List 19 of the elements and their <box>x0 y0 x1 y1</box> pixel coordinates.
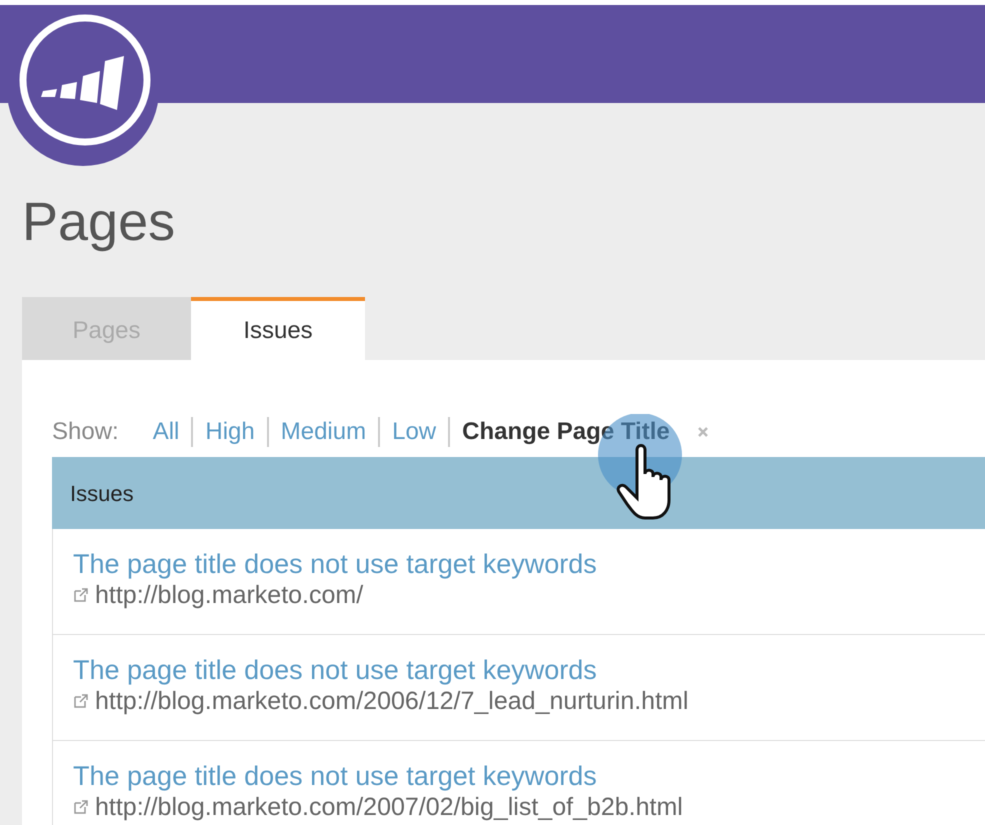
external-link-icon[interactable] <box>73 693 89 709</box>
page-url: http://blog.marketo.com/ <box>95 581 364 609</box>
filter-link[interactable]: Low <box>392 414 436 450</box>
filter-link[interactable]: Medium <box>280 414 366 450</box>
column-heading: Issues <box>70 480 134 508</box>
page-title: Pages <box>22 195 176 249</box>
issue-link[interactable]: The page title does not use target keywords <box>73 655 597 685</box>
page-url: http://blog.marketo.com/2007/02/big_list_of_b2b.html <box>95 793 683 821</box>
logo-icon <box>5 14 161 166</box>
filter-label: Show: <box>52 417 119 447</box>
issue-link[interactable]: The page title does not use target keywords <box>73 761 597 791</box>
tab[interactable]: Issues <box>191 297 365 360</box>
page-url: http://blog.marketo.com/2006/12/7_lead_nurturin.html <box>95 687 688 715</box>
filter-link[interactable]: High <box>205 414 255 450</box>
external-link-icon[interactable] <box>73 587 89 603</box>
close-icon[interactable] <box>698 427 708 437</box>
issue-link[interactable]: The page title does not use target keywords <box>73 549 597 579</box>
external-link-icon[interactable] <box>73 799 89 815</box>
filter-link[interactable]: All <box>152 414 180 450</box>
